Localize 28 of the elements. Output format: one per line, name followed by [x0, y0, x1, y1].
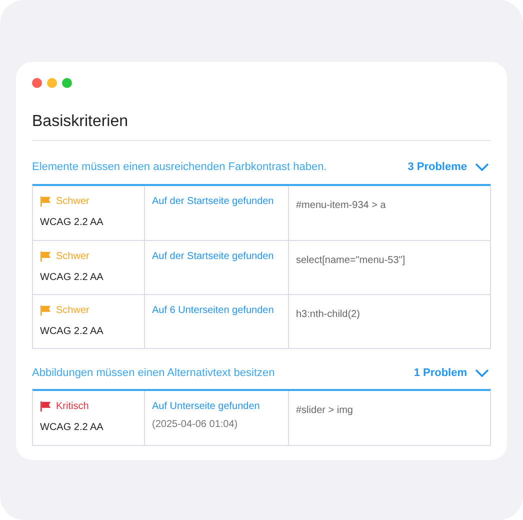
standard-label: WCAG 2.2 AA — [40, 324, 104, 338]
severity-label: Kritisch — [56, 400, 89, 414]
issue-count: 1 Problem — [414, 366, 467, 380]
found-link[interactable]: Auf Unterseite gefunden — [152, 399, 288, 414]
section-title: Elemente müssen einen ausreichenden Farbkontrast haben. — [32, 160, 327, 175]
flag-icon — [40, 250, 51, 262]
flag-icon — [40, 304, 51, 316]
chevron-icon[interactable] — [475, 368, 489, 377]
issue-count: 3 Probleme — [408, 160, 467, 175]
selector-text: h3:nth-child(2) — [296, 308, 360, 320]
section-title: Abbildungen müssen einen Alternativtext besitzen — [32, 366, 275, 380]
severity-label: Schwer — [56, 194, 90, 208]
selector-text: #slider > img — [296, 405, 353, 416]
chevron-icon[interactable] — [475, 163, 489, 172]
window-title: Basiskriterien — [32, 110, 491, 141]
standard-label: WCAG 2.2 AA — [40, 216, 104, 230]
found-link[interactable]: Auf der Startseite gefunden — [152, 194, 288, 208]
severity-label: Schwer — [56, 304, 90, 318]
standard-label: WCAG 2.2 AA — [40, 421, 104, 435]
selector-text: select[name="menu-53"] — [296, 254, 406, 266]
standard-label: WCAG 2.2 AA — [40, 270, 104, 284]
found-link[interactable]: Auf der Startseite gefunden — [152, 248, 288, 264]
found-date: (2025-04-06 01:04) — [152, 418, 239, 432]
selector-text: #menu-item-934 > a — [296, 200, 386, 210]
found-link[interactable]: Auf 6 Unterseiten gefunden — [152, 302, 288, 318]
flag-icon — [40, 401, 51, 412]
flag-icon — [40, 196, 51, 206]
severity-label: Schwer — [56, 250, 90, 264]
